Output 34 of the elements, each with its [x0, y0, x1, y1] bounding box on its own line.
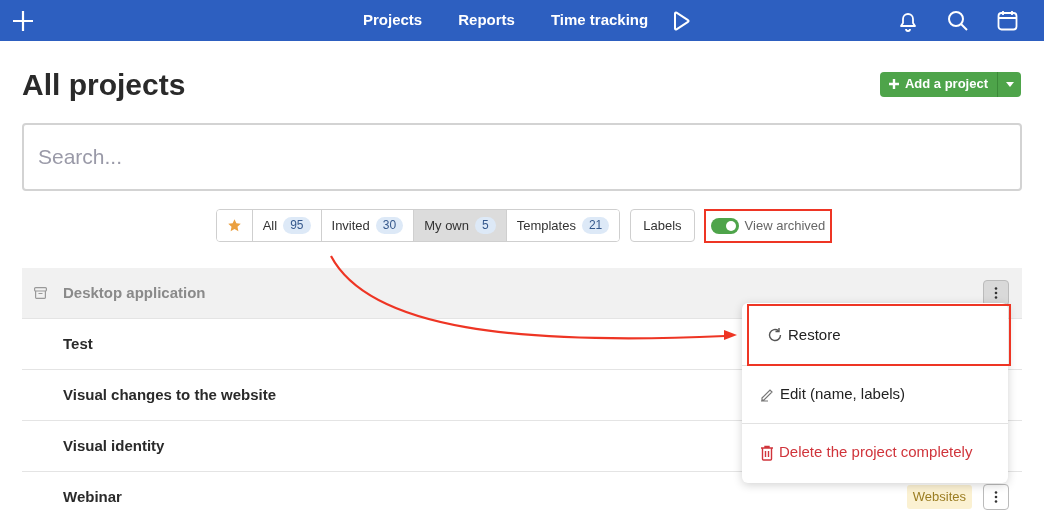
more-button[interactable]	[983, 484, 1009, 510]
project-name[interactable]: Test	[63, 332, 93, 356]
view-archived-toggle[interactable]	[710, 217, 739, 234]
nav-link[interactable]: Reports	[440, 9, 533, 32]
pencil-icon	[760, 387, 775, 402]
project-label: Websites	[906, 485, 972, 509]
menu-item[interactable]: Delete the project completely	[742, 423, 1008, 481]
caret-icon	[1005, 81, 1014, 87]
calendar-icon[interactable]	[997, 10, 1018, 31]
project-name[interactable]: Visual identity	[63, 434, 165, 458]
labels-button[interactable]: Labels	[630, 209, 695, 242]
filter-tab[interactable]: Templates 21	[505, 210, 620, 241]
more-icon	[994, 491, 998, 503]
more-button[interactable]	[983, 280, 1009, 306]
nav-link[interactable]: Time tracking	[532, 9, 667, 32]
trash-icon	[760, 444, 774, 461]
archive-icon	[34, 287, 47, 299]
dropdown-button[interactable]	[997, 71, 1021, 97]
page-title: All projects	[22, 66, 186, 103]
add-icon[interactable]	[12, 9, 34, 32]
search-field[interactable]: Search...	[22, 123, 1022, 191]
search-icon[interactable]	[947, 10, 968, 31]
plus-icon	[888, 79, 899, 89]
play-icon[interactable]	[672, 10, 691, 31]
menu-item[interactable]: Edit (name, labels)	[742, 365, 1008, 423]
more-icon	[994, 287, 998, 299]
menu-item[interactable]: Restore	[749, 306, 1009, 364]
project-name[interactable]: Webinar	[63, 485, 122, 509]
toggle-label: View archived	[744, 216, 826, 235]
star-icon	[226, 218, 242, 233]
project-name[interactable]: Visual changes to the website	[63, 383, 277, 407]
refresh-icon	[767, 327, 783, 343]
filter-tab[interactable]: My own 5	[413, 210, 506, 241]
nav-link[interactable]: Projects	[345, 9, 441, 32]
